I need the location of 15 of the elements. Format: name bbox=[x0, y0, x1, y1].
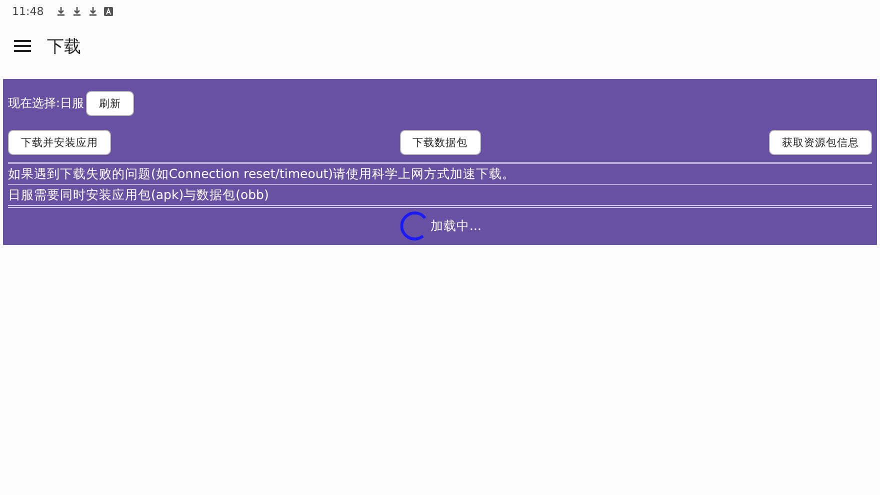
download-icon bbox=[56, 6, 66, 16]
download-icon bbox=[72, 6, 82, 16]
action-button[interactable]: 下载数据包 bbox=[400, 130, 480, 155]
menu-icon[interactable] bbox=[14, 40, 31, 52]
refresh-button[interactable]: 刷新 bbox=[86, 91, 134, 116]
note-text: 如果遇到下载失败的问题(如Connection reset/timeout)请使用科学上网方式加速下载。 bbox=[8, 166, 516, 181]
status-time: 11:48 bbox=[12, 4, 44, 18]
note-text: 日服需要同时安装应用包(apk)与数据包(obb) bbox=[8, 187, 269, 202]
action-button[interactable]: 下载并安装应用 bbox=[8, 130, 111, 155]
page-title: 下载 bbox=[47, 36, 81, 58]
action-button[interactable]: 获取资源包信息 bbox=[769, 130, 872, 155]
selection-label: 现在选择:日服 bbox=[8, 95, 84, 112]
notification-icon bbox=[104, 6, 113, 16]
download-icon bbox=[88, 6, 98, 16]
loading-text: 加载中... bbox=[430, 218, 482, 234]
